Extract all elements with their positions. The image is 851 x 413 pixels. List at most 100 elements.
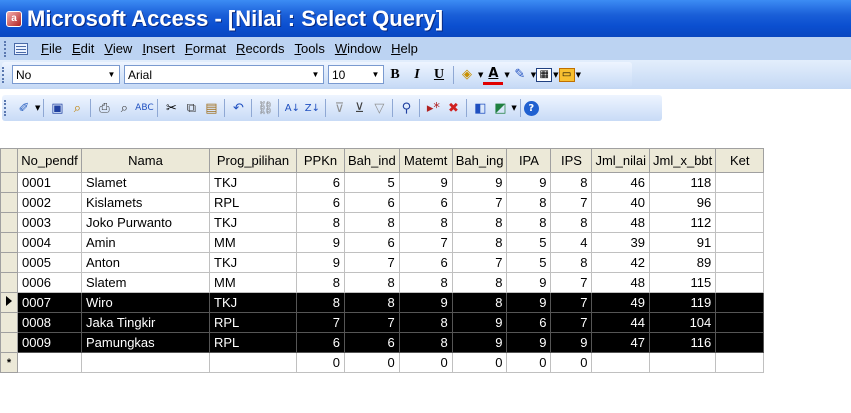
table-cell[interactable]: 0002 [17,192,82,213]
table-cell[interactable]: 8 [506,212,552,233]
help-icon[interactable]: ? [523,100,539,116]
table-cell[interactable]: 0007 [17,292,82,313]
document-icon[interactable] [14,42,28,55]
table-cell[interactable]: Amin [81,232,210,253]
table-cell[interactable]: 48 [591,212,651,233]
menu-help[interactable]: Help [386,41,423,56]
chevron-down-icon[interactable]: ▼ [104,66,119,83]
bold-button[interactable]: B [384,64,406,85]
table-cell[interactable]: 7 [550,312,593,333]
file-search-icon[interactable]: ⌕ [67,98,87,118]
menu-records[interactable]: Records [231,41,289,56]
spelling-icon[interactable]: ABC [134,98,154,118]
table-cell[interactable]: 6 [296,332,345,353]
table-cell[interactable]: 6 [398,192,453,213]
table-cell[interactable] [715,212,765,233]
toolbar-grip[interactable] [4,100,10,116]
column-header[interactable]: Prog_pilihan [209,148,297,173]
record-selector[interactable] [0,232,18,253]
table-cell[interactable]: 8 [506,192,552,213]
table-row[interactable]: 0004 Amin MM 9 6 7 8 5 4 39 91 [0,232,765,253]
table-cell[interactable]: 5 [506,232,552,253]
underline-button[interactable]: U [428,64,450,85]
table-cell[interactable]: 8 [550,212,593,233]
line-color-button[interactable]: ✎ ▼ [510,65,536,85]
table-cell[interactable]: 6 [398,252,453,273]
table-cell[interactable]: 91 [649,232,717,253]
table-cell[interactable]: 9 [506,292,552,313]
table-cell[interactable]: MM [209,232,297,253]
table-cell[interactable]: 7 [344,252,400,273]
table-cell[interactable]: Kislamets [81,192,210,213]
table-cell[interactable]: 8 [451,292,508,313]
table-cell[interactable]: 0001 [17,172,82,193]
table-cell[interactable]: 6 [296,192,345,213]
table-cell[interactable]: 8 [550,252,593,273]
table-cell[interactable] [715,192,765,213]
column-header[interactable]: Jml_nilai [591,148,651,173]
table-cell[interactable]: 7 [344,312,400,333]
sort-ascending-icon[interactable]: A↓ [282,98,302,118]
toolbar-grip[interactable] [2,66,8,83]
table-cell[interactable]: Slamet [81,172,210,193]
cut-icon[interactable]: ✂ [161,98,181,118]
menu-edit[interactable]: Edit [67,41,99,56]
table-cell[interactable]: 0006 [17,272,82,293]
chevron-down-icon[interactable]: ▼ [368,66,383,83]
table-row[interactable]: 0002 Kislamets RPL 6 6 6 7 8 7 40 96 [0,192,765,213]
record-selector[interactable] [0,212,18,233]
table-cell[interactable] [715,252,765,273]
table-cell[interactable]: TKJ [209,172,297,193]
table-cell[interactable]: 0 [344,352,400,373]
table-cell[interactable]: 9 [506,332,552,353]
chevron-down-icon[interactable]: ▼ [308,66,323,83]
table-cell[interactable]: Jaka Tingkir [81,312,210,333]
table-cell[interactable] [715,312,765,333]
fill-color-button[interactable]: ◈ ▼ [457,65,483,85]
table-cell[interactable]: 8 [398,312,453,333]
column-header[interactable]: Ket [715,148,765,173]
table-cell[interactable]: 40 [591,192,651,213]
font-size-combo[interactable]: 10 ▼ [328,65,384,84]
table-cell[interactable]: 8 [344,212,400,233]
table-cell[interactable]: 8 [344,272,400,293]
table-cell[interactable]: 8 [451,232,508,253]
table-cell[interactable]: 46 [591,172,651,193]
table-cell[interactable]: 8 [296,292,345,313]
gridlines-button[interactable]: ▦ ▼ [536,67,559,82]
record-selector[interactable] [0,332,18,353]
table-cell[interactable]: 8 [398,272,453,293]
print-icon[interactable]: ⎙ [94,98,114,118]
paste-icon[interactable]: ▤ [201,98,221,118]
table-cell[interactable]: RPL [209,312,297,333]
table-cell[interactable] [715,352,765,373]
table-cell[interactable] [715,272,765,293]
table-cell[interactable]: 7 [550,192,593,213]
font-color-button[interactable]: A ▼ [483,65,510,85]
table-cell[interactable]: 0008 [17,312,82,333]
table-cell[interactable]: 8 [296,212,345,233]
table-cell[interactable]: 9 [296,252,345,273]
record-selector[interactable] [0,172,18,193]
menu-view[interactable]: View [99,41,137,56]
table-cell[interactable]: 7 [550,292,593,313]
new-record-row[interactable]: * 0 0 0 0 0 0 [0,352,765,373]
table-cell[interactable]: 8 [344,292,400,313]
table-cell[interactable]: 89 [649,252,717,273]
table-cell[interactable]: 0 [550,352,593,373]
find-icon[interactable]: ⚲ [396,98,416,118]
record-selector[interactable] [0,192,18,213]
table-cell[interactable]: 8 [451,272,508,293]
table-cell[interactable]: 0 [506,352,552,373]
filter-by-form-icon[interactable]: ⊻ [349,98,369,118]
table-cell[interactable]: 6 [344,192,400,213]
menu-tools[interactable]: Tools [289,41,329,56]
table-cell[interactable]: 8 [550,172,593,193]
table-cell[interactable] [715,172,765,193]
new-record-icon[interactable]: ▸* [423,98,443,118]
table-cell[interactable]: 8 [451,212,508,233]
object-combo[interactable]: No ▼ [12,65,120,84]
table-cell[interactable]: 7 [550,272,593,293]
table-cell[interactable]: TKJ [209,212,297,233]
menu-window[interactable]: Window [330,41,386,56]
